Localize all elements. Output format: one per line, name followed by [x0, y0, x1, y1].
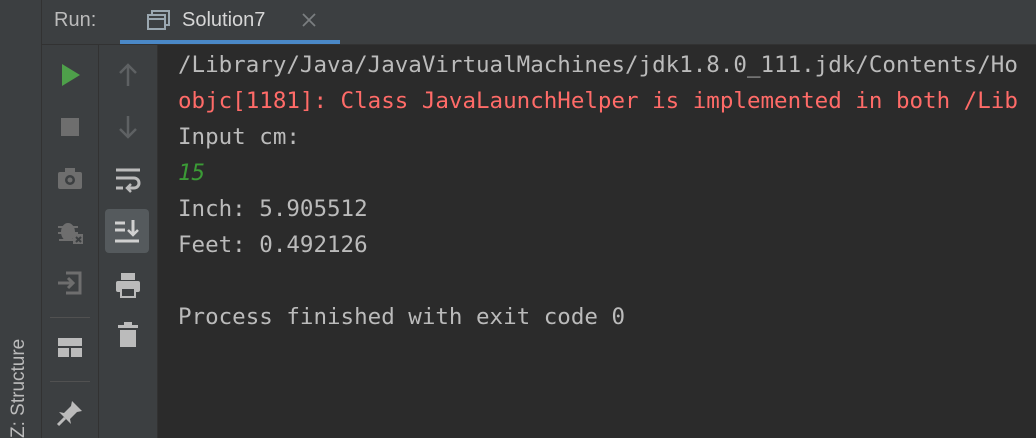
- exit-icon[interactable]: [56, 269, 84, 297]
- layout-icon[interactable]: [56, 333, 84, 361]
- console-window-icon: [146, 7, 172, 33]
- close-icon[interactable]: [300, 11, 318, 29]
- arrow-down-icon[interactable]: [114, 113, 142, 141]
- console-line: Feet: 0.492126: [178, 232, 368, 258]
- run-actions-toolbar: [42, 45, 99, 438]
- console-error-line: objc[1181]: Class JavaLaunchHelper is im…: [178, 88, 1018, 114]
- pin-icon[interactable]: [56, 399, 84, 427]
- console-line: Inch: 5.905512: [178, 196, 368, 222]
- console-line: Input cm:: [178, 124, 300, 150]
- console-exit-line: Process finished with exit code 0: [178, 304, 626, 330]
- tab-solution7[interactable]: Solution7: [120, 0, 340, 44]
- console-actions-toolbar: [99, 45, 158, 438]
- arrow-up-icon[interactable]: [114, 61, 142, 89]
- stop-icon[interactable]: [56, 113, 84, 141]
- run-icon[interactable]: [56, 61, 84, 89]
- debug-bug-icon[interactable]: [56, 217, 84, 245]
- side-tool-strip: Z: Structure: [0, 0, 42, 438]
- run-label: Run:: [54, 9, 97, 31]
- console-line: /Library/Java/JavaVirtualMachines/jdk1.8…: [178, 52, 1018, 78]
- scroll-to-end-icon: [113, 217, 141, 245]
- trash-icon[interactable]: [114, 321, 142, 349]
- active-tab-indicator: [120, 40, 340, 44]
- soft-wrap-icon[interactable]: [114, 165, 142, 193]
- tab-title: Solution7: [182, 9, 266, 31]
- toolbar-separator: [50, 317, 90, 318]
- console-user-input: 15: [178, 160, 206, 186]
- scroll-to-end-toggle[interactable]: [105, 209, 149, 253]
- camera-icon[interactable]: [56, 165, 84, 193]
- run-panel-header: Run: Solution7: [42, 0, 1036, 45]
- structure-tool-window-button[interactable]: Z: Structure: [4, 298, 34, 438]
- console-output[interactable]: /Library/Java/JavaVirtualMachines/jdk1.8…: [158, 45, 1036, 438]
- toolbar-separator: [50, 381, 90, 382]
- print-icon[interactable]: [114, 271, 142, 299]
